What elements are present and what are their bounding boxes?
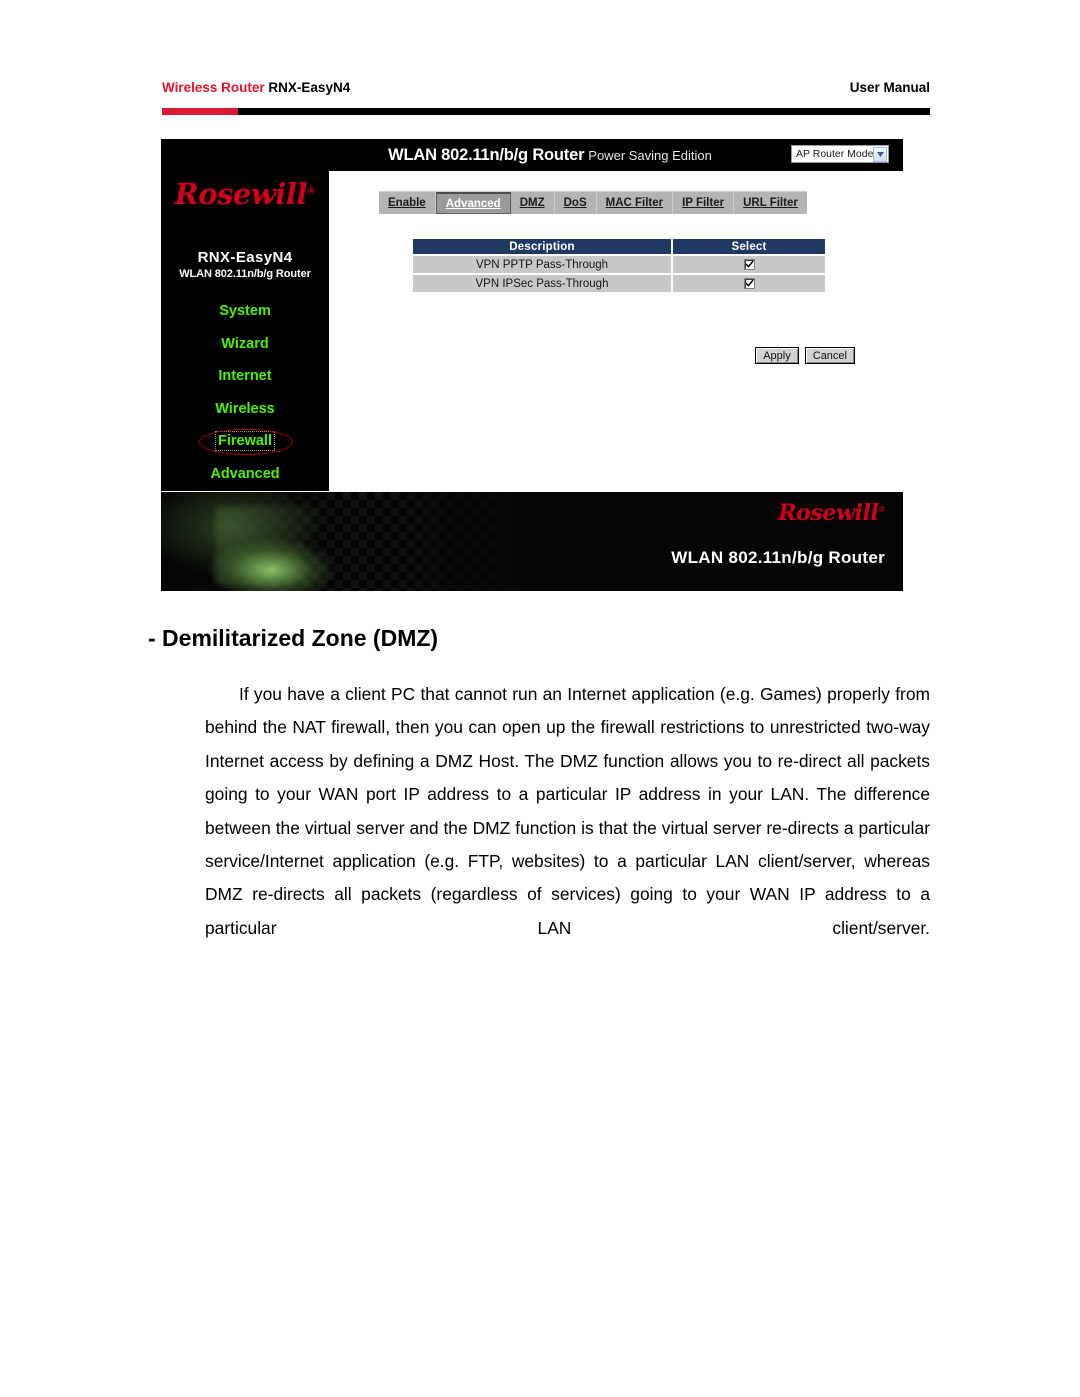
router-ui-screenshot: WLAN 802.11n/b/g Router Power Saving Edit… [161,139,903,591]
operation-mode-select[interactable]: AP Router Mode [791,145,889,163]
sidebar-model-name: RNX-EasyN4 [197,249,293,266]
checkbox-vpn-pptp-passthrough[interactable] [743,258,755,270]
footer-streak-graphic [216,506,366,584]
router-content-panel: Enable Advanced DMZ DoS MAC Filter IP Fi… [329,171,903,491]
header-rule-accent [162,108,238,115]
section-paragraph: If you have a client PC that cannot run … [205,684,930,938]
firewall-tab-strip: Enable Advanced DMZ DoS MAC Filter IP Fi… [379,191,807,214]
footer-logo-text: Rosewill [778,500,879,526]
router-title-sub: Power Saving Edition [588,148,712,163]
cell-select [673,256,825,273]
header-brand-red: Wireless Router [162,80,265,95]
router-title-main: WLAN 802.11n/b/g Router [388,146,585,164]
table-row: VPN PPTP Pass-Through [413,256,825,273]
sidebar-item-wireless[interactable]: Wireless [161,393,329,426]
tab-dos[interactable]: DoS [555,192,597,214]
router-title-bar: WLAN 802.11n/b/g Router Power Saving Edit… [161,139,903,171]
rosewill-logo: Rosewill® [161,177,329,211]
page-header: Wireless Router RNX-EasyN4 User Manual [162,80,930,102]
apply-button[interactable]: Apply [755,347,799,364]
tab-ip-filter[interactable]: IP Filter [673,192,735,214]
sidebar-item-label: Wizard [221,335,269,352]
header-title: Wireless Router RNX-EasyN4 [162,80,350,95]
sidebar-item-label: System [219,303,271,319]
cancel-button[interactable]: Cancel [804,347,855,364]
form-buttons: Apply Cancel [755,347,855,364]
checkbox-vpn-ipsec-passthrough[interactable] [743,277,755,289]
sidebar-item-label: Advanced [210,465,280,482]
registered-mark-icon: ® [878,504,885,514]
sidebar-item-internet[interactable]: Internet [161,360,329,393]
table-row: VPN IPSec Pass-Through [413,275,825,292]
sidebar-item-system[interactable]: System [161,295,329,328]
header-rule [162,108,930,115]
header-brand-model: RNX-EasyN4 [264,80,351,95]
sidebar-item-label: Firewall [215,431,275,451]
cell-select [673,275,825,292]
column-header-description: Description [413,239,671,254]
router-footer-banner: Rosewill® WLAN 802.11n/b/g Router [161,492,903,591]
tab-dmz[interactable]: DMZ [511,192,555,214]
router-sidebar: Rosewill® RNX-EasyN4 WLAN 802.11n/b/g Ro… [161,171,329,514]
header-document-type: User Manual [849,80,930,95]
section-heading: - Demilitarized Zone (DMZ) [148,625,439,651]
sidebar-nav: System Wizard Internet Wireless Firewall… [161,295,329,523]
sidebar-item-firewall[interactable]: Firewall [161,425,329,458]
sidebar-item-advanced[interactable]: Advanced [161,458,329,491]
tab-url-filter[interactable]: URL Filter [734,192,807,214]
rosewill-logo-text: Rosewill [174,177,308,211]
table-header-row: Description Select [413,239,825,254]
tab-enable[interactable]: Enable [379,192,436,214]
chevron-down-icon[interactable] [873,146,887,162]
column-header-select: Select [673,239,825,254]
registered-mark-icon: ® [306,186,316,197]
cell-description: VPN PPTP Pass-Through [413,256,671,273]
footer-rosewill-logo: Rosewill® [778,500,885,526]
sidebar-item-label: Internet [218,368,272,384]
operation-mode-value: AP Router Mode [796,148,874,160]
tab-mac-filter[interactable]: MAC Filter [597,192,674,214]
tab-advanced[interactable]: Advanced [435,192,511,214]
sidebar-item-label: Wireless [215,400,275,417]
sidebar-model-description: WLAN 802.11n/b/g Router [179,268,311,280]
footer-product-text: WLAN 802.11n/b/g Router [671,548,885,567]
vpn-passthrough-table: Description Select VPN PPTP Pass-Through… [411,237,827,294]
sidebar-item-wizard[interactable]: Wizard [161,328,329,361]
cell-description: VPN IPSec Pass-Through [413,275,671,292]
